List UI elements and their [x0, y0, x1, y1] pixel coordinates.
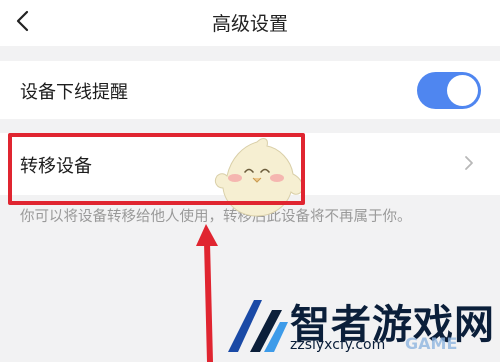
offline-alert-toggle[interactable]: [417, 72, 481, 109]
watermark-tag: GAME: [405, 334, 458, 353]
pointer-arrow-icon: [196, 224, 218, 362]
watermark-logo-icon: [228, 300, 288, 352]
hint-text: 你可以将设备转移给他人使用，转移后此设备将不再属于你。: [20, 209, 412, 225]
setting-label: 转移设备: [20, 156, 92, 177]
watermark-brand: 智者游戏网: [290, 302, 495, 348]
top-bar: 高级设置: [0, 0, 500, 46]
setting-label: 设备下线提醒: [20, 82, 128, 103]
chevron-right-icon[interactable]: [462, 153, 476, 173]
watermark-url: zzslyxcfy.com: [290, 337, 386, 353]
page-title: 高级设置: [211, 13, 288, 35]
watermark: 智者游戏网 zzslyxcfy.com GAME: [210, 290, 500, 362]
setting-row-transfer-device[interactable]: 转移设备: [0, 133, 500, 195]
toggle-knob: [447, 75, 478, 106]
